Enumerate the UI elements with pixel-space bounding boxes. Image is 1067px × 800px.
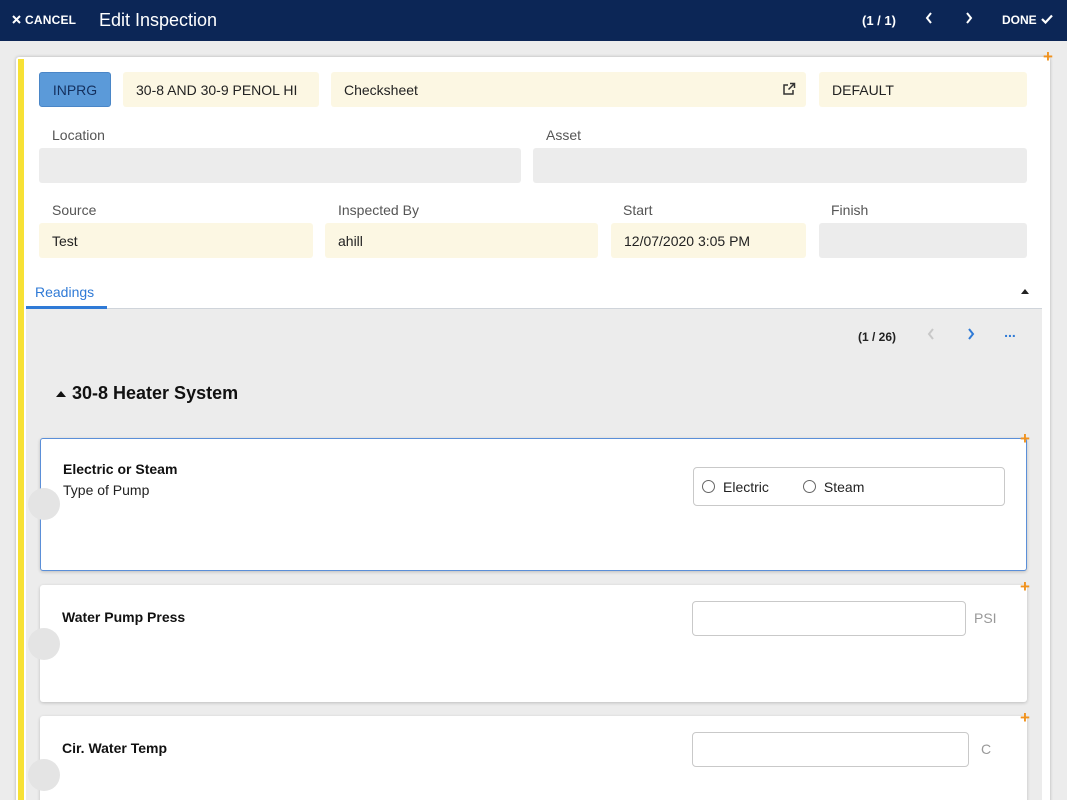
finish-field[interactable] [819, 223, 1027, 258]
reading-card[interactable]: Cir. Water Temp C [40, 716, 1027, 800]
reading-subtitle: Type of Pump [63, 482, 150, 498]
reading-status-dot [28, 628, 60, 660]
cancel-button[interactable]: CANCEL [12, 13, 76, 27]
source-label: Source [52, 202, 97, 218]
plus-icon[interactable]: + [1043, 48, 1053, 65]
inspected-by-label: Inspected By [338, 202, 419, 218]
reading-status-dot [28, 759, 60, 791]
radio-steam[interactable]: Steam [802, 478, 865, 495]
done-button[interactable]: DONE [1002, 13, 1053, 27]
start-label: Start [623, 202, 653, 218]
asset-label: Asset [546, 127, 582, 143]
radio-circle-icon [802, 480, 816, 493]
caret-up-icon[interactable] [1021, 289, 1029, 294]
section-title: 30-8 Heater System [72, 383, 239, 403]
readings-counter: (1 / 26) [858, 330, 897, 344]
check-icon [1040, 13, 1053, 27]
radio-electric-label: Electric [723, 478, 769, 495]
more-options-button[interactable]: ... [1000, 325, 1020, 346]
previous-record-button[interactable] [918, 8, 940, 32]
template-field[interactable]: Checksheet [331, 72, 806, 107]
description-field[interactable]: 30-8 AND 30-9 PENOL HI [123, 72, 319, 107]
cancel-label: CANCEL [25, 13, 77, 27]
close-icon [12, 13, 21, 27]
chevron-left-icon [925, 11, 933, 29]
reading-title: Electric or Steam [63, 461, 178, 477]
status-indicator-bar [18, 59, 24, 800]
section-header[interactable]: 30-8 Heater System [56, 383, 238, 404]
reading-card[interactable]: Water Pump Press PSI [40, 585, 1027, 702]
cir-water-temp-input[interactable] [692, 732, 969, 767]
asset-field[interactable] [533, 148, 1027, 183]
radio-steam-label: Steam [823, 478, 865, 495]
chevron-right-icon [967, 327, 975, 345]
reading-title: Cir. Water Temp [62, 740, 168, 756]
chevron-left-icon [927, 327, 935, 345]
done-label: DONE [1002, 13, 1037, 27]
next-reading-button[interactable] [961, 326, 981, 346]
water-pump-press-input[interactable] [692, 601, 966, 636]
unit-label: PSI [974, 610, 997, 626]
caret-up-icon [56, 390, 66, 397]
plus-icon[interactable]: + [1020, 709, 1030, 726]
start-field[interactable]: 12/07/2020 3:05 PM [611, 223, 806, 258]
plus-icon[interactable]: + [1020, 578, 1030, 595]
finish-label: Finish [831, 202, 869, 218]
unit-label: C [981, 741, 992, 757]
top-bar: CANCEL Edit Inspection (1 / 1) DONE [0, 0, 1067, 41]
radio-circle-icon [702, 480, 715, 493]
plus-icon[interactable]: + [1020, 430, 1030, 447]
location-field[interactable] [39, 148, 521, 183]
page-title: Edit Inspection [99, 10, 218, 30]
previous-reading-button[interactable] [921, 326, 941, 346]
status-badge[interactable]: INPRG [39, 72, 111, 107]
reading-status-dot [28, 488, 60, 520]
reading-title: Water Pump Press [62, 609, 186, 625]
reading-card[interactable]: Electric or Steam Type of Pump Electric … [40, 438, 1027, 571]
site-field[interactable]: DEFAULT [819, 72, 1027, 107]
chevron-right-icon [965, 11, 973, 29]
external-link-icon[interactable] [782, 82, 796, 99]
pump-type-radio-group: Electric Steam [693, 467, 1005, 506]
record-counter: (1 / 1) [862, 13, 896, 28]
next-record-button[interactable] [958, 8, 980, 32]
inspected-by-field[interactable]: ahill [325, 223, 598, 258]
tab-readings[interactable]: Readings [35, 284, 94, 300]
location-label: Location [52, 127, 105, 143]
template-value: Checksheet [344, 81, 418, 98]
radio-electric[interactable]: Electric [702, 479, 769, 495]
source-field[interactable]: Test [39, 223, 313, 258]
